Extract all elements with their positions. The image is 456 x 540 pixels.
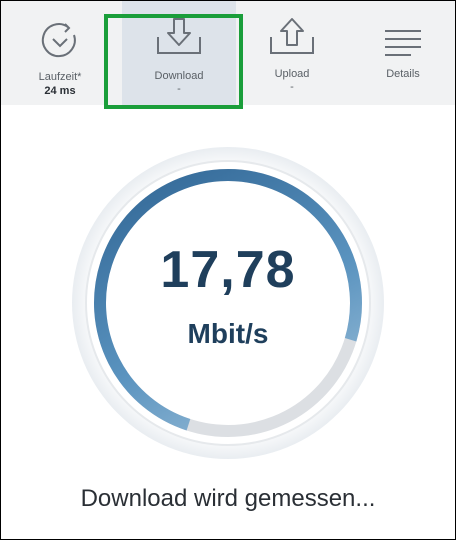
- speed-unit: Mbit/s: [187, 318, 269, 349]
- tab-download[interactable]: Download -: [122, 1, 236, 105]
- tab-runtime-label: Laufzeit*: [38, 71, 82, 83]
- upload-icon: [267, 15, 317, 64]
- timer-icon: [38, 19, 82, 68]
- download-icon: [154, 15, 204, 64]
- tab-download-label: Download: [154, 70, 204, 82]
- tab-upload-value: -: [290, 81, 294, 93]
- tab-details-label: Details: [386, 68, 420, 80]
- speed-value: 17,78: [160, 241, 296, 299]
- measurement-tab-bar: Laufzeit* 24 ms Download - Upload - Deta…: [1, 1, 455, 105]
- tab-upload[interactable]: Upload -: [244, 1, 340, 105]
- tab-details[interactable]: Details: [363, 1, 443, 105]
- tab-upload-label: Upload: [274, 68, 310, 80]
- tab-download-value: -: [177, 83, 181, 95]
- tab-runtime[interactable]: Laufzeit* 24 ms: [15, 1, 105, 105]
- speed-gauge: [72, 147, 384, 459]
- menu-lines-icon: [383, 29, 423, 62]
- measurement-status: Download wird gemessen...: [80, 485, 376, 512]
- tab-runtime-value: 24 ms: [44, 85, 76, 97]
